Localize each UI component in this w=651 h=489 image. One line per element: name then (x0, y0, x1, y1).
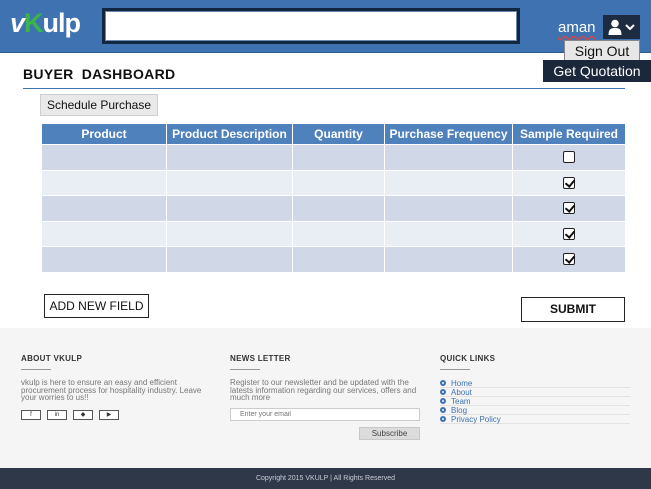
cell-description[interactable] (166, 144, 293, 171)
subscribe-button[interactable]: Subscribe (359, 426, 420, 440)
search-input[interactable] (105, 11, 517, 41)
quick-link-label: Home (451, 378, 473, 388)
table-header-row: Product Product Description Quantity Pur… (41, 123, 626, 145)
footer-newsletter: NEWS LETTER Register to our newsletter a… (230, 354, 425, 440)
quick-link-label: Blog (451, 405, 468, 415)
footer-newsletter-text: Register to our newsletter and be update… (230, 378, 417, 402)
copyright-bar: Copyright 2015 VKULP | All Rights Reserv… (0, 468, 651, 489)
cell-sample-required (512, 220, 626, 247)
chevron-down-icon (625, 24, 635, 31)
sample-required-checkbox[interactable] (563, 202, 575, 215)
quick-link-item[interactable]: Privacy Policy (440, 415, 630, 424)
cell-frequency[interactable] (384, 195, 513, 222)
footer-about-heading: ABOUT VKULP (21, 354, 83, 363)
cell-frequency[interactable] (384, 246, 513, 273)
purchase-table: Product Product Description Quantity Pur… (41, 123, 626, 273)
footer-about: ABOUT VKULP vkulp is here to ensure an e… (21, 354, 211, 420)
sample-required-checkbox[interactable] (563, 176, 575, 189)
table-body (41, 144, 626, 273)
footer-newsletter-heading: NEWS LETTER (230, 354, 291, 363)
cell-product[interactable] (41, 220, 167, 247)
column-header-product: Product (41, 123, 167, 145)
heading-underline (21, 369, 51, 370)
cell-description[interactable] (166, 195, 293, 222)
cell-product[interactable] (41, 169, 167, 196)
social-icons: f in ◆ ▶ (21, 409, 211, 420)
logo-ulp: ulp (42, 8, 81, 38)
bullet-circle-icon (440, 407, 446, 413)
sample-required-checkbox[interactable] (563, 227, 575, 240)
quick-link-item[interactable]: Team (440, 397, 630, 406)
column-header-frequency: Purchase Frequency (384, 123, 513, 145)
title-divider (23, 88, 625, 89)
cell-frequency[interactable] (384, 169, 513, 196)
cell-sample-required (512, 195, 626, 222)
cell-quantity[interactable] (292, 144, 385, 171)
bullet-circle-icon (440, 398, 446, 404)
get-quotation-button[interactable]: Get Quotation (543, 60, 651, 82)
cell-quantity[interactable] (292, 195, 385, 222)
cell-quantity[interactable] (292, 220, 385, 247)
heading-underline (440, 369, 470, 370)
quick-link-label: About (451, 387, 472, 397)
bullet-circle-icon (440, 416, 446, 422)
cell-sample-required (512, 169, 626, 196)
footer-about-text: vkulp is here to ensure an easy and effi… (21, 378, 202, 402)
username-label[interactable]: aman (558, 19, 596, 36)
column-header-description: Product Description (166, 123, 293, 145)
footer-quick-links-heading: QUICK LINKS (440, 354, 496, 363)
vkulp-logo[interactable]: vKulp (10, 8, 81, 39)
footer: ABOUT VKULP vkulp is here to ensure an e… (0, 328, 651, 468)
table-row (41, 169, 626, 196)
sign-out-button[interactable]: Sign Out (564, 40, 640, 62)
cell-sample-required (512, 144, 626, 171)
table-row (41, 220, 626, 247)
page-title: BUYER DASHBOARD (23, 66, 176, 82)
search-box (102, 8, 520, 44)
cell-sample-required (512, 246, 626, 273)
quick-link-label: Privacy Policy (451, 414, 501, 424)
cell-quantity[interactable] (292, 246, 385, 273)
user-icon (608, 19, 622, 35)
cell-frequency[interactable] (384, 144, 513, 171)
youtube-icon[interactable]: ▶ (99, 409, 119, 420)
top-header: vKulp aman Sign Out (0, 0, 651, 62)
table-row (41, 144, 626, 171)
linkedin-icon[interactable]: in (47, 409, 67, 420)
user-menu-button[interactable] (603, 15, 640, 39)
bullet-circle-icon (440, 380, 446, 386)
logo-v: v (10, 8, 25, 38)
bullet-circle-icon (440, 389, 446, 395)
sample-required-checkbox[interactable] (563, 151, 575, 164)
cell-product[interactable] (41, 246, 167, 273)
quick-links-list: Home About Team Blog Privacy Policy (440, 379, 635, 424)
newsletter-email-input[interactable] (230, 407, 420, 421)
cell-description[interactable] (166, 220, 293, 247)
cell-product[interactable] (41, 144, 167, 171)
column-header-quantity: Quantity (292, 123, 385, 145)
table-row (41, 246, 626, 273)
twitter-icon[interactable]: ◆ (73, 409, 93, 420)
cell-product[interactable] (41, 195, 167, 222)
cell-frequency[interactable] (384, 220, 513, 247)
schedule-purchase-button[interactable]: Schedule Purchase (40, 94, 158, 116)
table-row (41, 195, 626, 222)
facebook-icon[interactable]: f (21, 409, 41, 420)
column-header-sample-required: Sample Required (512, 123, 626, 145)
cell-description[interactable] (166, 246, 293, 273)
footer-quick-links: QUICK LINKS Home About Team Blog Privacy Pol… (440, 354, 635, 424)
logo-k: K (24, 8, 43, 38)
quick-link-label: Team (451, 396, 471, 406)
cell-quantity[interactable] (292, 169, 385, 196)
page: vKulp aman Sign Out Get Quotation BUYER … (0, 0, 651, 489)
cell-description[interactable] (166, 169, 293, 196)
sample-required-checkbox[interactable] (563, 253, 575, 266)
heading-underline (230, 369, 260, 370)
add-new-field-button[interactable]: ADD NEW FIELD (44, 294, 149, 318)
submit-button[interactable]: SUBMIT (521, 297, 625, 322)
